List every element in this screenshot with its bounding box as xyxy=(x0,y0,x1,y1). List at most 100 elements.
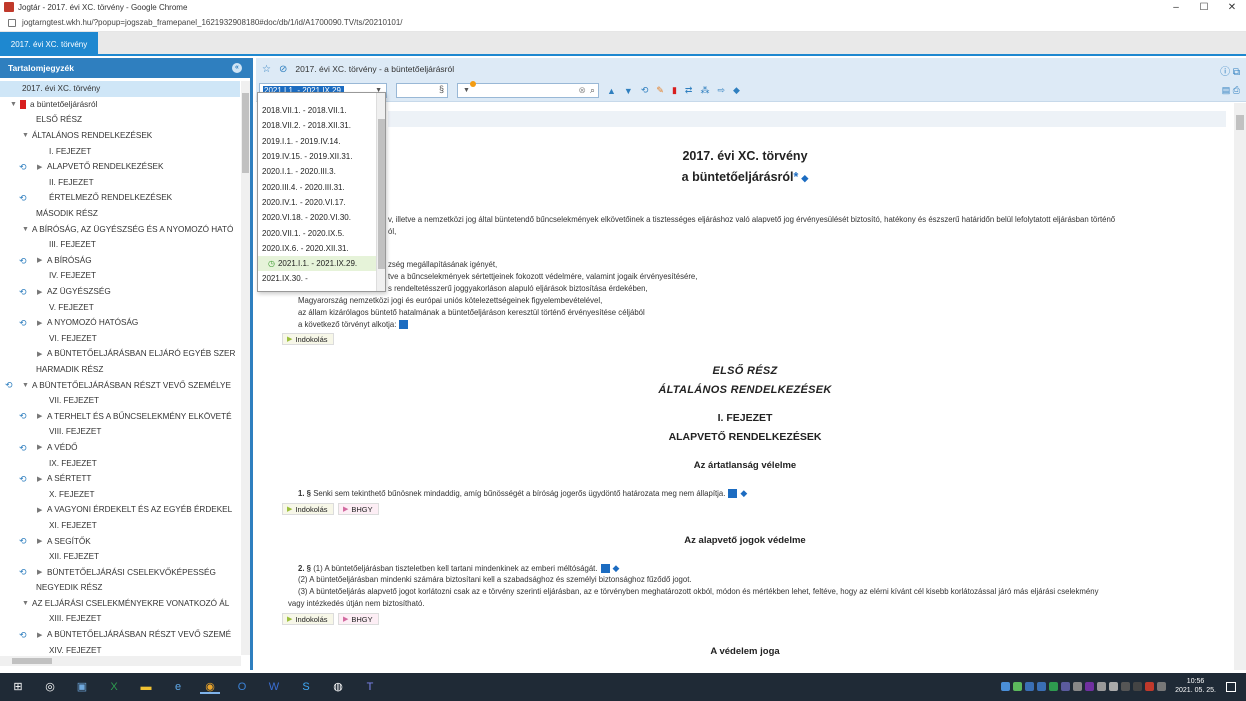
toc-item[interactable]: VII. FEJEZET xyxy=(0,393,240,409)
collapsed-arrow-icon[interactable]: ▶ xyxy=(37,631,47,639)
toc-item[interactable]: XI. FEJEZET xyxy=(0,518,240,534)
toc-item[interactable]: VI. FEJEZET xyxy=(0,331,240,347)
toc-item[interactable]: II. FEJEZET xyxy=(0,175,240,191)
dropdown-option[interactable]: 2021.IX.30. - xyxy=(258,271,385,286)
toc-item[interactable]: ▼ AZ ELJÁRÁSI CSELEKMÉNYEKRE VONATKOZÓ ÁL xyxy=(0,596,240,612)
toc-item[interactable]: HARMADIK RÉSZ xyxy=(0,362,240,378)
toc-horizontal-scrollbar[interactable] xyxy=(0,656,241,666)
dropdown-option[interactable]: 2019.I.1. - 2019.IV.14. xyxy=(258,134,385,149)
toc-item[interactable]: IX. FEJEZET xyxy=(0,455,240,471)
indokolas-button[interactable]: ▶ Indokolás xyxy=(282,333,334,345)
toc-item[interactable]: III. FEJEZET xyxy=(0,237,240,253)
clear-icon[interactable]: ⊗ xyxy=(578,85,586,96)
collapsed-arrow-icon[interactable]: ▶ xyxy=(37,319,47,327)
teams-icon[interactable]: T xyxy=(360,680,380,694)
collapsed-arrow-icon[interactable]: ▶ xyxy=(37,163,47,171)
dropdown-option[interactable]: 2020.I.1. - 2020.III.3. xyxy=(258,164,385,179)
collapsed-arrow-icon[interactable]: ▶ xyxy=(37,288,47,296)
toc-item[interactable]: ⟲ ▶ A SÉRTETT xyxy=(0,471,240,487)
windows-start-icon[interactable]: ⊞ xyxy=(8,680,28,694)
chevron-down-icon[interactable]: ▼ xyxy=(463,87,470,94)
previous-hit-icon[interactable]: ▲ xyxy=(607,86,616,96)
collapsed-arrow-icon[interactable]: ▶ xyxy=(37,256,47,264)
toc-item[interactable]: ELSŐ RÉSZ xyxy=(0,112,240,128)
close-button[interactable]: ✕ xyxy=(1218,2,1246,13)
toc-item[interactable]: ▶ A VAGYONI ÉRDEKELT ÉS AZ EGYÉB ÉRDEKEL xyxy=(0,502,240,518)
paragraph-jump-input[interactable]: § xyxy=(396,83,448,98)
tray-icon[interactable] xyxy=(1145,681,1155,691)
tray-icon[interactable] xyxy=(1001,681,1011,691)
book-icon[interactable] xyxy=(728,489,738,499)
compare-icon[interactable]: ⇄ xyxy=(685,85,693,96)
dropdown-option[interactable]: 2020.VI.18. - 2020.VI.30. xyxy=(258,210,385,225)
tab-document[interactable]: 2017. évi XC. törvény xyxy=(0,32,98,56)
toc-item[interactable]: ▼ ÁLTALÁNOS RENDELKEZÉSEK xyxy=(0,128,240,144)
search-icon[interactable]: ⌕ xyxy=(590,85,595,96)
word-icon[interactable]: W xyxy=(264,680,284,694)
dropdown-option[interactable]: 2020.VII.1. - 2020.IX.5. xyxy=(258,225,385,240)
document-vertical-scrollbar[interactable] xyxy=(1234,103,1246,670)
collapsed-arrow-icon[interactable]: ▶ xyxy=(37,537,47,545)
scroll-thumb[interactable] xyxy=(1236,115,1244,130)
minimize-button[interactable]: – xyxy=(1162,2,1190,13)
wifi-icon[interactable] xyxy=(1109,681,1119,691)
dropdown-option[interactable]: 2018.VII.2. - 2018.XII.31. xyxy=(258,118,385,133)
expanded-arrow-icon[interactable]: ▼ xyxy=(10,101,20,108)
toc-item[interactable]: 2017. évi XC. törvény xyxy=(0,81,240,97)
toc-vertical-scrollbar[interactable] xyxy=(241,81,250,655)
toc-item[interactable]: V. FEJEZET xyxy=(0,299,240,315)
collapsed-arrow-icon[interactable]: ▶ xyxy=(37,412,47,420)
media-app-icon[interactable]: ◍ xyxy=(328,680,348,694)
indokolas-button[interactable]: ▶ Indokolás xyxy=(282,503,334,515)
star-icon[interactable]: ☆ xyxy=(262,64,271,75)
toc-item[interactable]: XII. FEJEZET xyxy=(0,549,240,565)
dropdown-option-partial[interactable] xyxy=(258,93,385,103)
url-text[interactable]: jogtarngtest.wkh.hu/?popup=jogszab_frame… xyxy=(22,18,403,27)
expanded-arrow-icon[interactable]: ▼ xyxy=(22,132,32,139)
volume-icon[interactable] xyxy=(1097,681,1107,691)
tray-icon[interactable] xyxy=(1133,681,1143,691)
indokolas-button[interactable]: ▶ Indokolás xyxy=(282,613,334,625)
toc-item[interactable]: ⟲ ▶ A TERHELT ÉS A BŰNCSELEKMÉNY ELKÖVETÉ xyxy=(0,408,240,424)
file-explorer-icon[interactable]: ▬ xyxy=(136,680,156,694)
cortana-icon[interactable]: ◎ xyxy=(40,680,60,694)
toc-item[interactable]: ⟲ ▶ A BÜNTETŐELJÁRÁSBAN RÉSZT VEVŐ SZEMÉ xyxy=(0,627,240,643)
scroll-thumb[interactable] xyxy=(12,658,52,664)
scroll-thumb[interactable] xyxy=(242,93,249,173)
first-hit-icon[interactable]: ⟲ xyxy=(641,85,649,96)
print-icon[interactable]: ▤ ⎙ xyxy=(1222,85,1240,96)
tray-icon[interactable] xyxy=(1121,681,1131,691)
expanded-arrow-icon[interactable]: ▼ xyxy=(22,226,32,233)
collapse-sidebar-icon[interactable]: « xyxy=(232,63,242,73)
tray-icon[interactable] xyxy=(1049,681,1059,691)
search-input[interactable]: ▼ ⊗ ⌕ xyxy=(457,81,599,98)
collapsed-arrow-icon[interactable]: ▶ xyxy=(37,475,47,483)
toc-item[interactable]: VIII. FEJEZET xyxy=(0,424,240,440)
bhgy-button[interactable]: ▶ BHGY xyxy=(338,503,379,515)
dropdown-option[interactable]: 2018.VII.1. - 2018.VII.1. xyxy=(258,103,385,118)
toc-item[interactable]: ⟲ ▼ A BÜNTETŐELJÁRÁSBAN RÉSZT VEVŐ SZEMÉLY… xyxy=(0,377,240,393)
toc-item[interactable]: ⟲ ÉRTELMEZŐ RENDELKEZÉSEK xyxy=(0,190,240,206)
toc-item[interactable]: XIV. FEJEZET xyxy=(0,642,240,655)
taskbar-clock[interactable]: 10:56 2021. 05. 25. xyxy=(1175,677,1216,695)
footnote-star[interactable]: * xyxy=(794,170,799,184)
toc-item[interactable]: ▶ A BÜNTETŐELJÁRÁSBAN ELJÁRÓ EGYÉB SZER xyxy=(0,346,240,362)
toc-item[interactable]: I. FEJEZET xyxy=(0,143,240,159)
tags-icon[interactable]: ◆ xyxy=(733,85,740,96)
toc-item[interactable]: ⟲ ▶ BÜNTETŐELJÁRÁSI CSELEKVŐKÉPESSÉG xyxy=(0,564,240,580)
marker-icon[interactable]: ✎ xyxy=(656,85,664,96)
tag-icon[interactable]: ◆ xyxy=(613,563,620,573)
dropdown-scrollbar[interactable] xyxy=(376,93,385,291)
toc-item[interactable]: ⟲ ▶ A BÍRÓSÁG xyxy=(0,253,240,269)
tray-icon[interactable] xyxy=(1037,681,1047,691)
tray-icon[interactable] xyxy=(1157,681,1167,691)
toc-item[interactable]: ⟲ ▶ A NYOMOZÓ HATÓSÁG xyxy=(0,315,240,331)
excel-icon[interactable]: X xyxy=(104,680,124,694)
dropdown-option[interactable]: 2020.III.4. - 2020.III.31. xyxy=(258,179,385,194)
network-icon[interactable]: ⁂ xyxy=(700,85,709,96)
collapsed-arrow-icon[interactable]: ▶ xyxy=(37,568,47,576)
export-icon[interactable]: ⇨ xyxy=(717,85,725,96)
toc-item[interactable]: ⟲ ▶ A VÉDŐ xyxy=(0,440,240,456)
dropdown-option[interactable]: 2019.IV.15. - 2019.XII.31. xyxy=(258,149,385,164)
internet-explorer-icon[interactable]: e xyxy=(168,680,188,694)
